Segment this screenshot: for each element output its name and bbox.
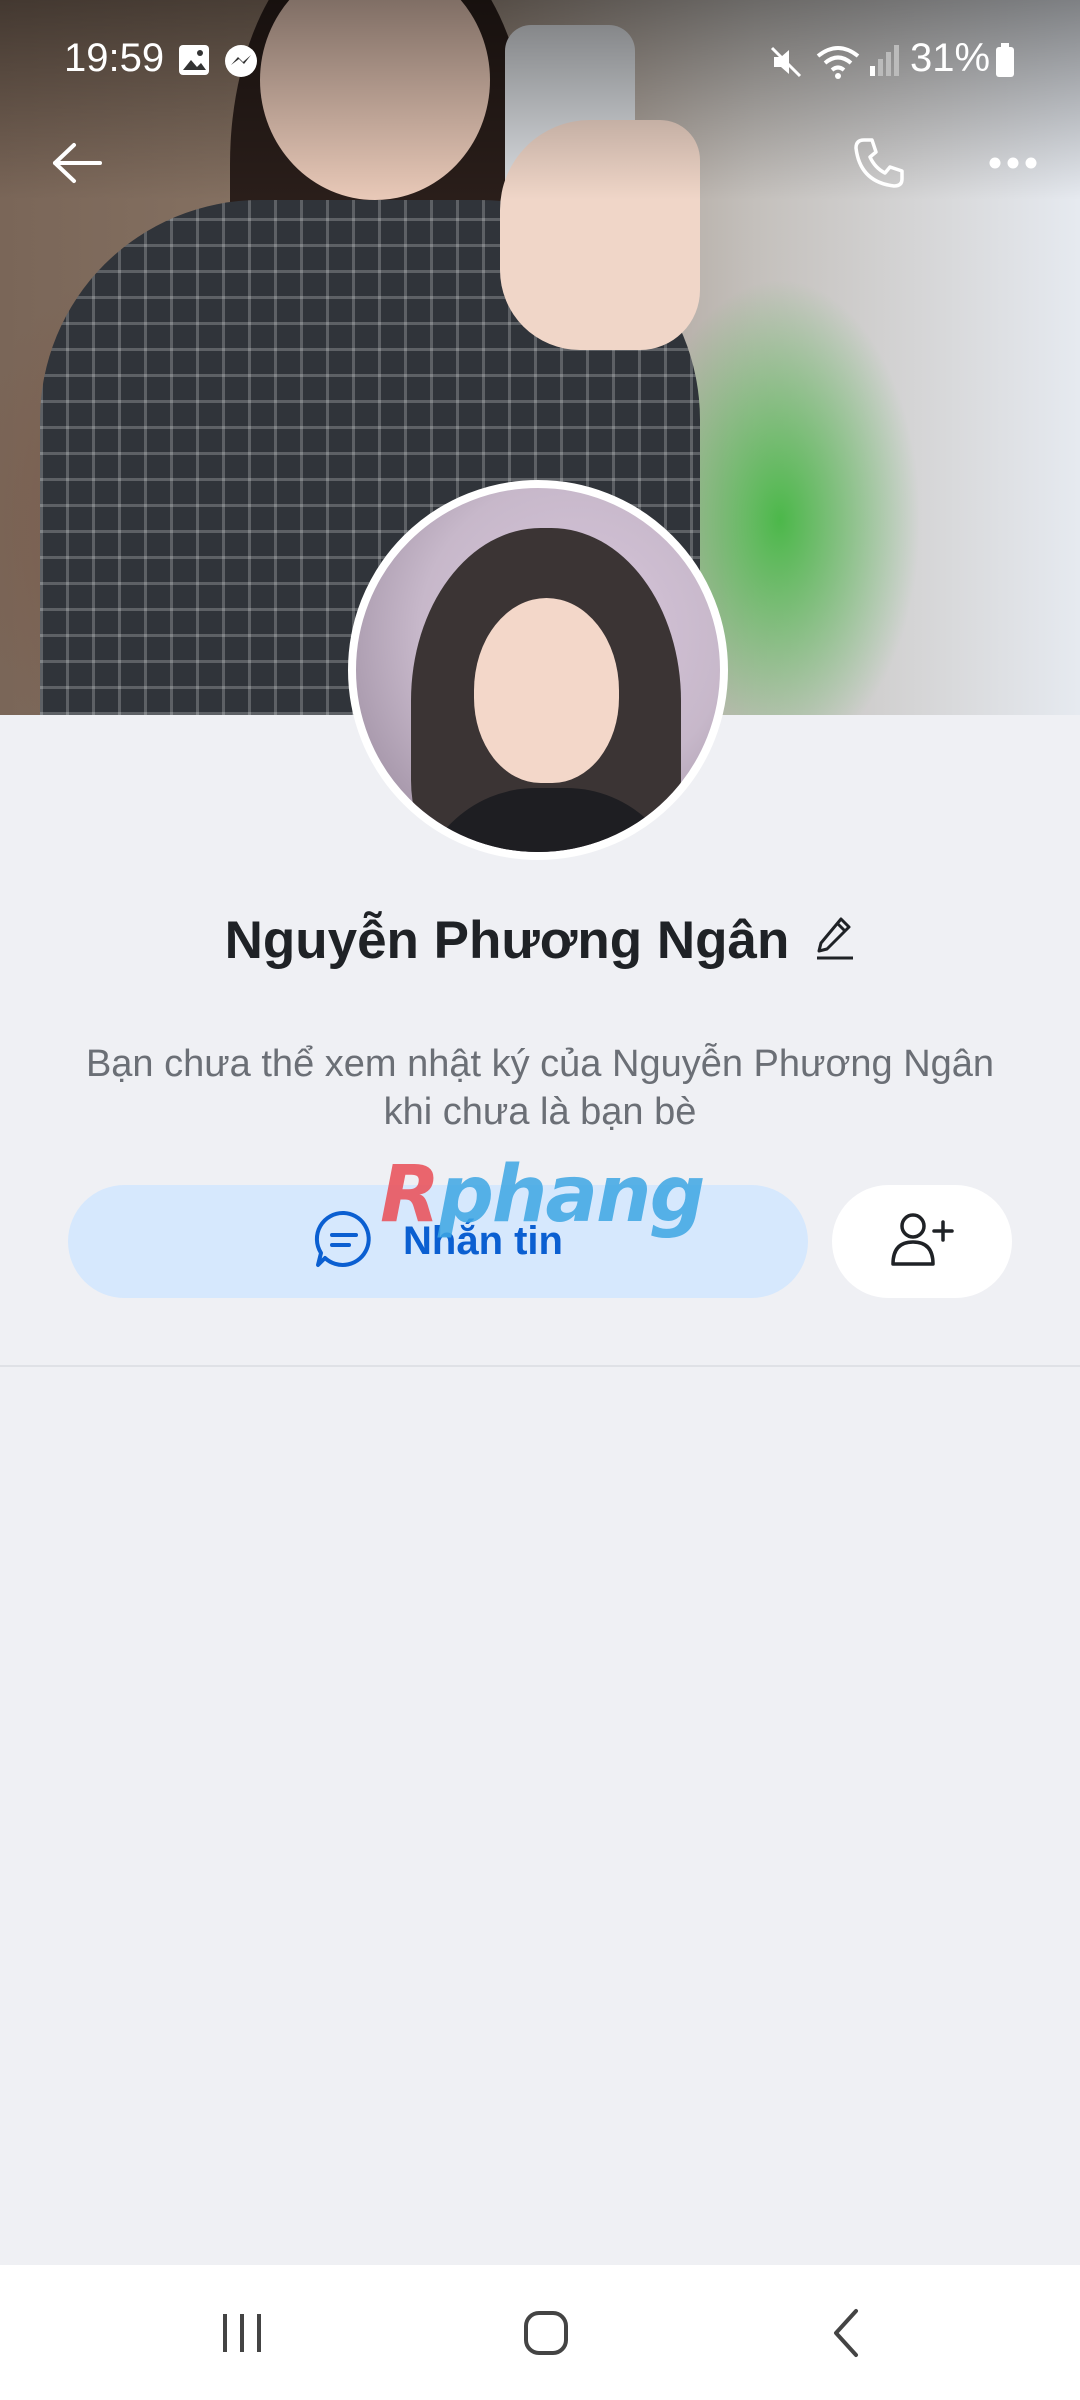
more-horizontal-icon bbox=[988, 156, 1038, 175]
more-button[interactable] bbox=[968, 120, 1058, 210]
home-button[interactable] bbox=[486, 2290, 606, 2380]
avatar[interactable] bbox=[348, 480, 728, 860]
phone-icon bbox=[850, 134, 908, 197]
privacy-notice-line-2: khi chưa là bạn bè bbox=[383, 1091, 697, 1133]
back-chevron-icon bbox=[828, 2307, 864, 2364]
home-icon bbox=[522, 2309, 570, 2362]
messenger-icon bbox=[222, 42, 260, 90]
watermark-logo: Rphang bbox=[380, 1150, 705, 1240]
chat-bubble-icon bbox=[313, 1208, 375, 1275]
privacy-notice-line-1: Bạn chưa thể xem nhật ký của Nguyễn Phươ… bbox=[85, 1043, 995, 1085]
avatar-face bbox=[474, 598, 619, 783]
profile-name-row: Nguyễn Phương Ngân bbox=[0, 900, 1080, 980]
status-bar: 19:59 31% bbox=[0, 0, 1080, 100]
add-friend-button[interactable] bbox=[832, 1185, 1012, 1298]
call-button[interactable] bbox=[834, 120, 924, 210]
privacy-notice: Bạn chưa thể xem nhật ký của Nguyễn Phươ… bbox=[60, 1040, 1020, 1136]
battery-icon bbox=[994, 42, 1016, 88]
signal-icon bbox=[868, 42, 900, 88]
status-time: 19:59 bbox=[64, 36, 165, 80]
system-back-button[interactable] bbox=[786, 2290, 906, 2380]
pencil-icon[interactable] bbox=[815, 915, 855, 966]
wifi-icon bbox=[814, 42, 862, 92]
system-navigation-bar bbox=[0, 2265, 1080, 2400]
profile-name: Nguyễn Phương Ngân bbox=[224, 910, 790, 970]
add-user-icon bbox=[889, 1210, 955, 1273]
arrow-left-icon bbox=[50, 141, 104, 190]
back-button[interactable] bbox=[32, 120, 122, 210]
section-divider bbox=[0, 1365, 1080, 1367]
battery-percent: 31% bbox=[910, 36, 991, 80]
mute-icon bbox=[766, 42, 806, 92]
recents-button[interactable] bbox=[182, 2290, 302, 2380]
gallery-icon bbox=[176, 42, 212, 88]
recents-icon bbox=[219, 2310, 265, 2361]
